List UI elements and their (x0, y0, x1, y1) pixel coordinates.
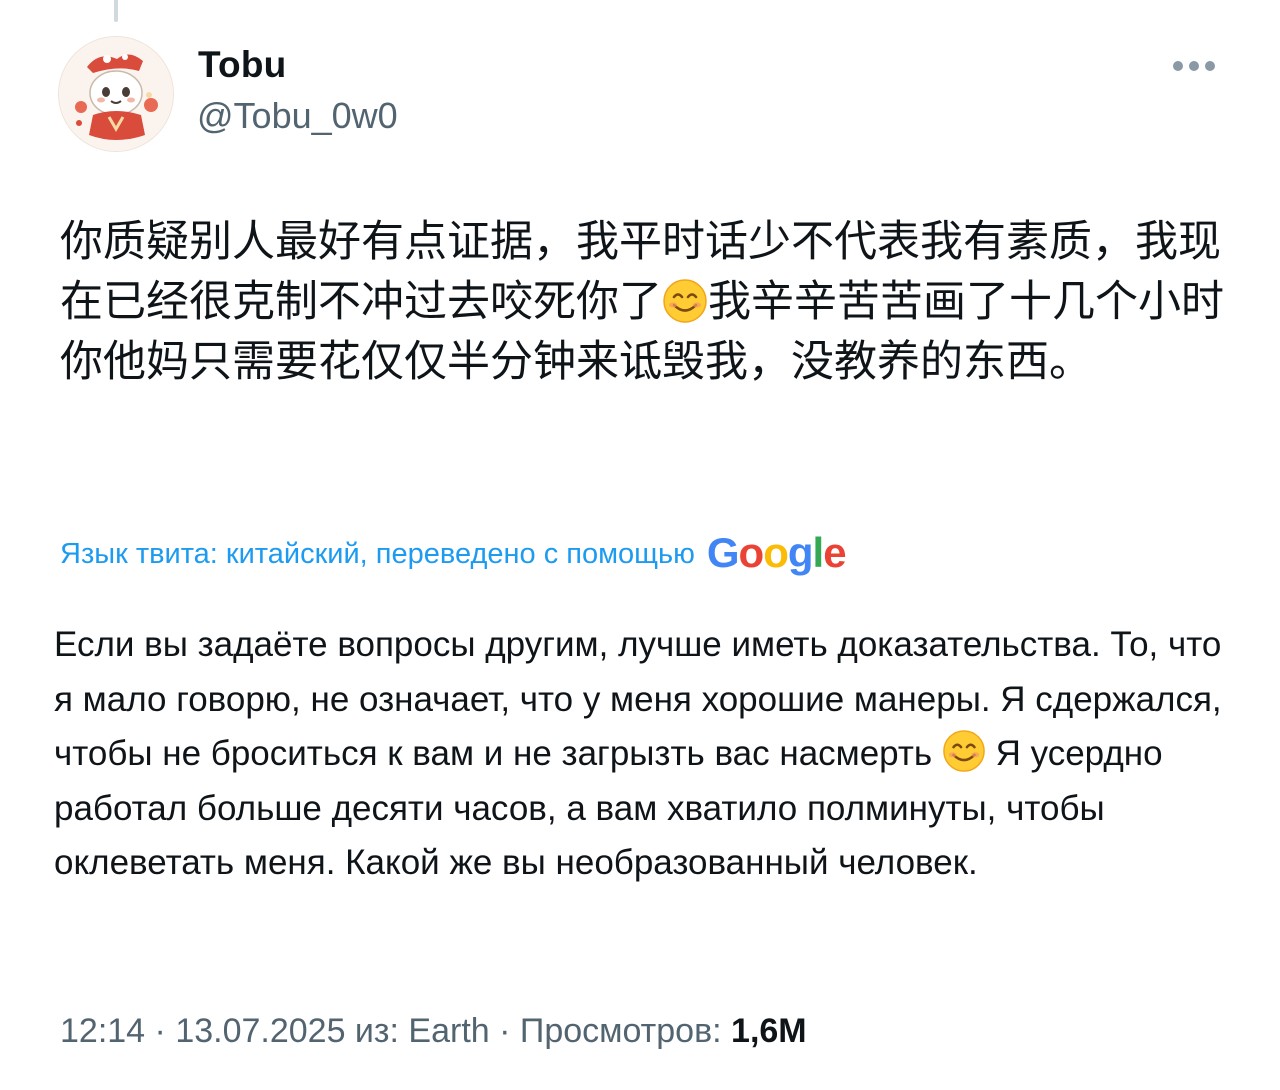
tweet-metadata: 12:14 · 13.07.2025 из: Earth · Просмотро… (60, 1012, 807, 1051)
meta-separator: · (489, 1012, 520, 1050)
avatar-illustration (59, 37, 173, 151)
tweet-time[interactable]: 12:14 (60, 1012, 145, 1050)
tweet-source[interactable]: Earth (408, 1012, 489, 1050)
author-display-name[interactable]: Tobu (198, 44, 286, 86)
tweet-text: 你质疑别人最好有点证据，我平时话少不代表我有素质，我现在已经很克制不冲过去咬死你… (60, 212, 1230, 392)
translation-label[interactable]: Язык твита: китайский, переведено с помо… (60, 538, 695, 571)
google-logo: Google (706, 529, 847, 576)
views-label: Просмотров: (519, 1012, 732, 1050)
avatar[interactable] (58, 36, 174, 152)
tweet-date[interactable]: 13.07.2025 (175, 1012, 345, 1050)
tweet-detail: Tobu @Tobu_0w0 你质疑别人最好有点证据，我平时话少不代表我有素质，… (0, 0, 1280, 1090)
translation-notice[interactable]: Язык твита: китайский, переведено с помо… (60, 528, 847, 580)
meta-separator: · (145, 1012, 176, 1050)
smiling-face-emoji (663, 279, 707, 323)
more-horizontal-icon (1173, 61, 1215, 71)
more-options-button[interactable] (1168, 48, 1220, 84)
source-prefix: из: (345, 1012, 409, 1050)
thread-connector-line (114, 0, 118, 22)
smiling-face-emoji (943, 730, 985, 772)
views-count[interactable]: 1,6M (731, 1012, 807, 1050)
translated-text: Если вы задаёте вопросы другим, лучше им… (54, 618, 1229, 891)
author-handle[interactable]: @Tobu_0w0 (197, 95, 398, 137)
